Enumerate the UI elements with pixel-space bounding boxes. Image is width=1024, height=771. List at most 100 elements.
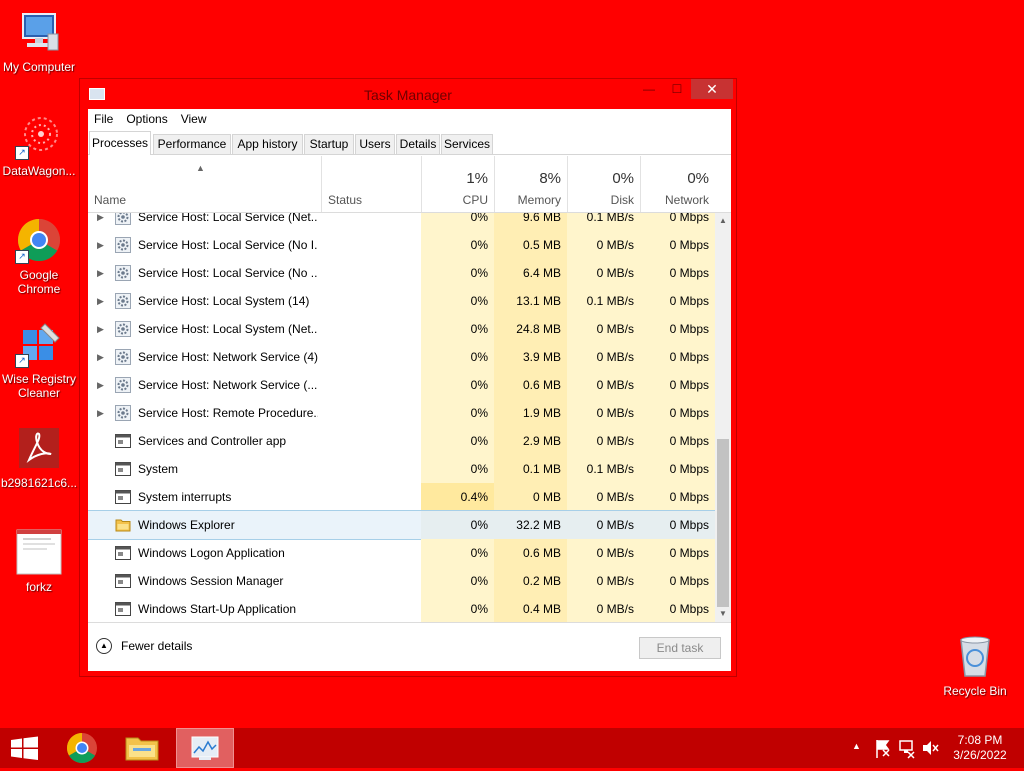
table-row[interactable]: ▶ Service Host: Remote Procedure... 0% 1.9 … xyxy=(88,399,715,427)
table-row[interactable]: ▶ Service Host: Network Service (4) 0% 3.9 … xyxy=(88,343,715,371)
chevron-up-circle-icon[interactable]: ▲ xyxy=(96,638,112,654)
taskbar-file-explorer-button[interactable] xyxy=(116,728,168,768)
column-header-memory[interactable]: 8% Memory xyxy=(494,156,567,212)
fewer-details-link[interactable]: Fewer details xyxy=(121,639,192,653)
tab-processes[interactable]: Processes xyxy=(89,131,151,155)
table-row[interactable]: ▶ Service Host: Local System (Net... 0% 24.… xyxy=(88,315,715,343)
tab-services[interactable]: Services xyxy=(441,134,493,154)
process-window-icon xyxy=(115,574,131,588)
show-hidden-icons-button[interactable]: ▲ xyxy=(852,728,861,768)
expand-chevron-icon[interactable]: ▶ xyxy=(97,231,104,259)
maximize-button[interactable]: ☐ xyxy=(663,79,691,99)
process-name: Windows Session Manager xyxy=(138,574,284,588)
table-row[interactable]: Services and Controller app 0% 2.9 MB 0 MB/… xyxy=(88,427,715,455)
desktop-icon-pdf-file[interactable]: b2981621c6... xyxy=(0,424,78,490)
cpu-cell: 0% xyxy=(421,455,494,483)
memory-cell: 0.2 MB xyxy=(494,567,567,595)
tab-startup[interactable]: Startup xyxy=(304,134,354,154)
column-header-name[interactable]: Name xyxy=(88,156,321,212)
expand-chevron-icon[interactable]: ▶ xyxy=(97,343,104,371)
task-manager-icon xyxy=(191,736,219,760)
table-row[interactable]: ▶ Service Host: Local System (14) 0% 13.1 M… xyxy=(88,287,715,315)
expand-chevron-icon[interactable]: ▶ xyxy=(97,213,104,231)
desktop-icon-my-computer[interactable]: My Computer xyxy=(0,8,78,74)
network-cell: 0 Mbps xyxy=(640,371,715,399)
process-name-cell: ▶ Service Host: Local Service (No ... xyxy=(88,259,421,287)
column-header-status[interactable]: Status xyxy=(321,156,421,212)
desktop-icon-google-chrome[interactable]: ↗ Google Chrome xyxy=(0,216,78,296)
tab-app-history[interactable]: App history xyxy=(232,134,303,154)
desktop-icon-datawagon[interactable]: ↗ DataWagon... xyxy=(0,112,78,178)
process-list: ▶ Service Host: Local Service (Net... 0% 9.… xyxy=(88,213,715,622)
process-name-cell: ▶ Service Host: Network Service (4) xyxy=(88,343,421,371)
table-row[interactable]: ▶ Service Host: Local Service (No ... 0% 6.… xyxy=(88,259,715,287)
desktop-icon-label: Google Chrome xyxy=(17,268,61,296)
volume-muted-icon[interactable] xyxy=(921,728,939,768)
table-row[interactable]: Windows Logon Application 0% 0.6 MB 0 MB/s 0… xyxy=(88,539,715,567)
folder-icon xyxy=(115,519,131,532)
process-name: System xyxy=(138,462,179,476)
network-cell: 0 Mbps xyxy=(640,213,715,231)
desktop-icon-wise-registry-cleaner[interactable]: ↗ Wise Registry Cleaner xyxy=(0,320,78,400)
scroll-thumb[interactable] xyxy=(717,439,729,607)
table-row[interactable]: Windows Session Manager 0% 0.2 MB 0 MB/s 0 M… xyxy=(88,567,715,595)
shortcut-arrow-icon: ↗ xyxy=(15,354,29,368)
menu-options[interactable]: Options xyxy=(126,112,167,126)
network-icon[interactable] xyxy=(898,728,916,768)
network-cell: 0 Mbps xyxy=(640,315,715,343)
expand-chevron-icon[interactable]: ▶ xyxy=(97,399,104,427)
desktop-icon-recycle-bin[interactable]: Recycle Bin xyxy=(936,632,1014,698)
table-row[interactable]: System interrupts 0.4% 0 MB 0 MB/s 0 Mbps xyxy=(88,483,715,511)
tab-details[interactable]: Details xyxy=(396,134,440,154)
memory-cell: 1.9 MB xyxy=(494,399,567,427)
end-task-button[interactable]: End task xyxy=(639,637,721,659)
minimize-button[interactable]: — xyxy=(635,79,663,99)
menu-file[interactable]: File xyxy=(94,112,113,126)
table-header: ▲ Name Status 1% CPU 8% Memory 0% Disk 0… xyxy=(88,156,731,213)
chevron-up-icon: ▲ xyxy=(852,741,861,751)
table-row[interactable]: Windows Start-Up Application 0% 0.4 MB 0 MB… xyxy=(88,595,715,622)
tab-users[interactable]: Users xyxy=(355,134,395,154)
expand-chevron-icon[interactable]: ▶ xyxy=(97,315,104,343)
table-row[interactable]: ▶ Service Host: Network Service (... 0% 0.6… xyxy=(88,371,715,399)
memory-total-percent: 8% xyxy=(539,170,561,187)
taskbar-task-manager-button[interactable] xyxy=(176,728,234,768)
desktop-icon-label: My Computer xyxy=(2,60,76,74)
start-button[interactable] xyxy=(0,728,56,768)
network-cell: 0 Mbps xyxy=(640,427,715,455)
process-name: System interrupts xyxy=(138,490,232,504)
menu-view[interactable]: View xyxy=(181,112,207,126)
table-row[interactable]: System 0% 0.1 MB 0.1 MB/s 0 Mbps xyxy=(88,455,715,483)
expand-chevron-icon[interactable]: ▶ xyxy=(97,371,104,399)
disk-cell: 0 MB/s xyxy=(567,539,640,567)
taskbar-chrome-button[interactable] xyxy=(56,728,108,768)
cpu-cell: 0% xyxy=(421,259,494,287)
column-header-disk[interactable]: 0% Disk xyxy=(567,156,640,212)
vertical-scrollbar[interactable]: ▲ ▼ xyxy=(715,213,731,622)
chrome-icon: ↗ xyxy=(15,216,63,264)
cpu-cell: 0% xyxy=(421,213,494,231)
cpu-cell: 0% xyxy=(421,231,494,259)
title-bar[interactable]: Task Manager — ☐ ✕ xyxy=(80,79,736,109)
expand-chevron-icon[interactable]: ▶ xyxy=(97,259,104,287)
disk-cell: 0 MB/s xyxy=(567,399,640,427)
close-button[interactable]: ✕ xyxy=(691,79,733,99)
process-name-cell: ▶ Service Host: Remote Procedure... xyxy=(88,399,421,427)
memory-cell: 24.8 MB xyxy=(494,315,567,343)
disk-cell: 0.1 MB/s xyxy=(567,213,640,231)
action-center-flag-icon[interactable] xyxy=(874,728,892,768)
scroll-up-icon[interactable]: ▲ xyxy=(715,213,731,229)
table-row[interactable]: Windows Explorer 0% 32.2 MB 0 MB/s 0 Mbps xyxy=(88,510,715,540)
table-row[interactable]: ▶ Service Host: Local Service (Net... 0% 9.… xyxy=(88,213,715,231)
expand-chevron-icon[interactable]: ▶ xyxy=(97,287,104,315)
column-header-cpu[interactable]: 1% CPU xyxy=(421,156,494,212)
column-header-network[interactable]: 0% Network xyxy=(640,156,715,212)
network-cell: 0 Mbps xyxy=(640,231,715,259)
system-clock[interactable]: 7:08 PM 3/26/2022 xyxy=(940,733,1020,763)
table-row[interactable]: ▶ Service Host: Local Service (No I... 0% 0… xyxy=(88,231,715,259)
scroll-down-icon[interactable]: ▼ xyxy=(715,606,731,622)
service-gear-icon xyxy=(115,213,131,225)
tab-performance[interactable]: Performance xyxy=(153,134,231,154)
clock-date: 3/26/2022 xyxy=(953,748,1007,762)
desktop-icon-forkz[interactable]: forkz xyxy=(0,528,78,594)
